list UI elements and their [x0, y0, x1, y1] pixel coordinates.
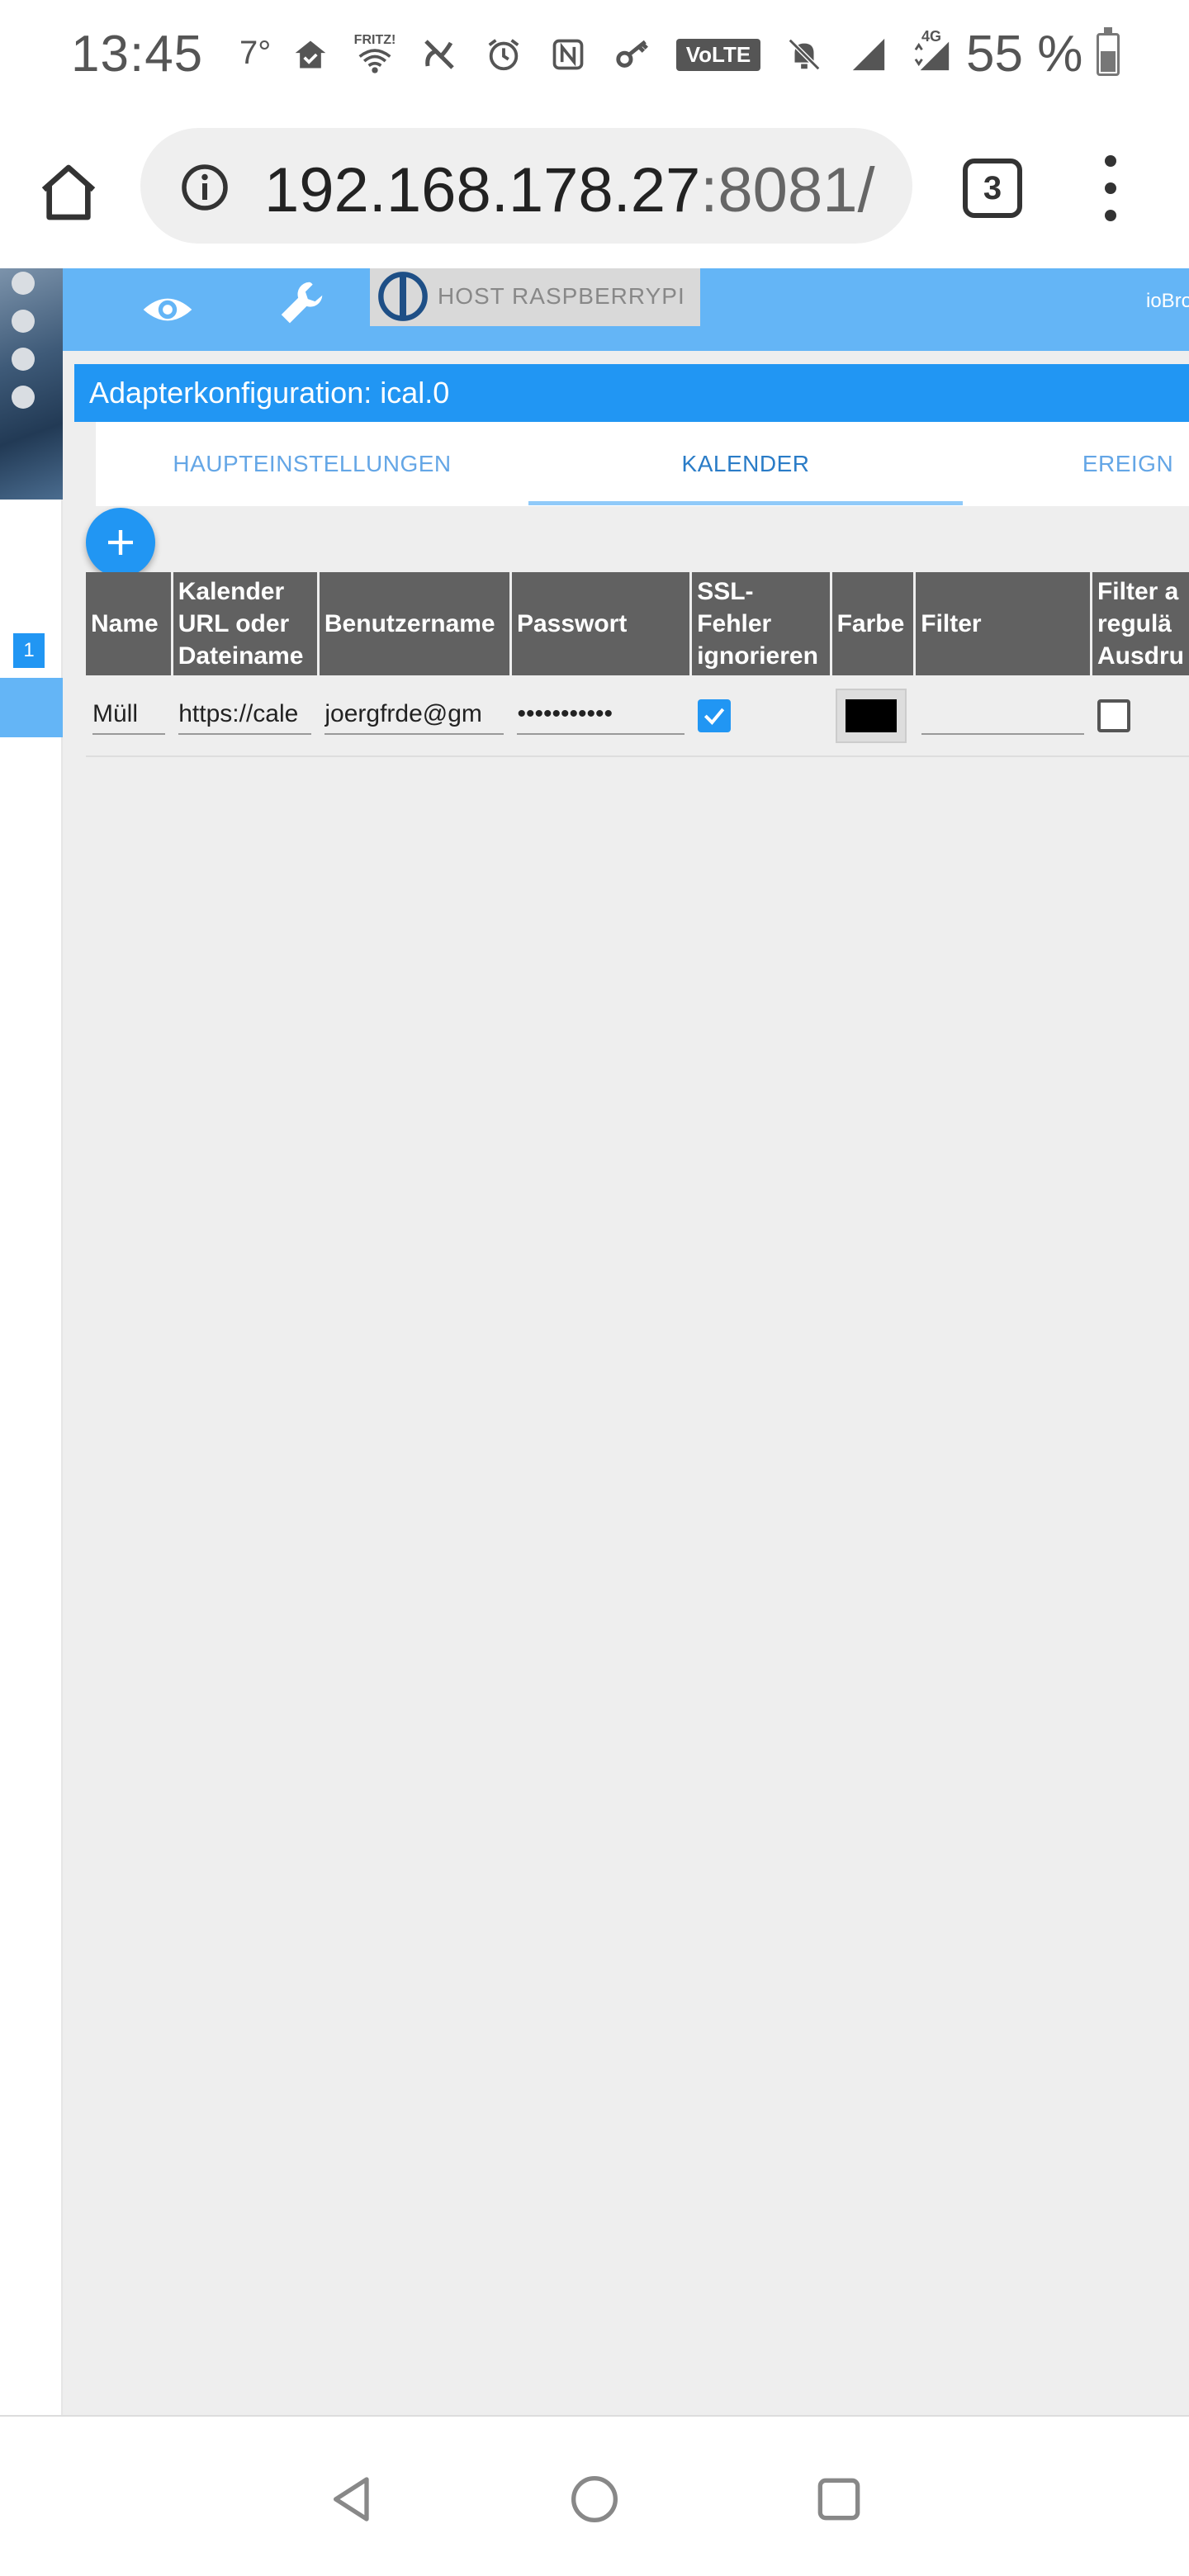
sidebar-dot[interactable]: [12, 272, 35, 295]
battery-fill: [1101, 50, 1116, 72]
sidebar-logo-area: [0, 268, 63, 500]
url-text[interactable]: 192.168.178.27:8081/: [264, 154, 875, 226]
url-host: 192.168.178.27: [264, 155, 701, 225]
column-header-url: Kalender URL oder Dateiname: [172, 572, 320, 675]
battery-icon: [1097, 27, 1120, 76]
volte-label: VoLTE: [675, 38, 761, 71]
home-network-icon: [289, 33, 332, 76]
battery-percent: 55 %: [966, 26, 1083, 83]
column-header-ssl: SSL- Fehler ignorieren: [690, 572, 832, 675]
iobroker-logo-icon: [378, 272, 428, 321]
status-time: 13:45: [71, 26, 204, 83]
check-icon: [703, 708, 724, 725]
network-label: 4G: [921, 28, 942, 45]
tab-events[interactable]: EREIGN: [963, 422, 1189, 506]
color-picker-button[interactable]: [836, 688, 907, 743]
cell-password: •••••••••••: [510, 675, 691, 757]
cell-username: joergfrde@gm: [318, 675, 511, 757]
signal-4g-icon: 4G: [912, 28, 955, 76]
alarm-icon: [482, 33, 525, 76]
filter-input[interactable]: [921, 697, 1085, 735]
system-nav-bar: [0, 2415, 1189, 2576]
table-row: Müll https://cale joergfrde@gm •••••••••…: [86, 675, 1189, 757]
mute-bell-icon: [783, 33, 826, 76]
sidebar-badge[interactable]: 1: [13, 633, 45, 668]
table-header-row: Name Kalender URL oder Dateiname Benutze…: [86, 572, 1189, 675]
signal-icon: [847, 33, 890, 76]
wifi-icon: FRITZ!: [353, 33, 396, 76]
filter-regex-checkbox[interactable]: [1097, 698, 1131, 732]
app-top-bar: HOST RASPBERRYPI ioBro: [63, 268, 1189, 351]
host-label: HOST RASPBERRYPI: [438, 283, 685, 309]
host-selector[interactable]: HOST RASPBERRYPI: [370, 268, 700, 326]
column-header-name: Name: [86, 572, 173, 675]
sidebar-dot[interactable]: [12, 310, 35, 333]
cell-ssl: [690, 675, 831, 757]
fritz-label: FRITZ!: [353, 33, 396, 47]
column-header-username: Benutzername: [318, 572, 512, 675]
column-header-ssl-line: SSL-: [697, 578, 754, 605]
home-icon: [41, 164, 96, 220]
ssl-ignore-checkbox[interactable]: [697, 698, 731, 732]
column-header-filter: Filter: [914, 572, 1092, 675]
sidebar-dot[interactable]: [12, 386, 35, 409]
column-header-ssl-line: ignorieren: [697, 642, 818, 670]
address-bar[interactable]: 192.168.178.27:8081/: [140, 128, 912, 244]
back-button[interactable]: [320, 2466, 386, 2532]
column-header-url-line: URL oder: [178, 610, 290, 637]
column-header-url-line: Dateiname: [178, 642, 304, 670]
recents-button[interactable]: [806, 2466, 872, 2532]
column-header-url-line: Kalender: [178, 578, 285, 605]
wrench-icon[interactable]: [274, 275, 332, 333]
column-header-filter-regex: Filter a regulä Ausdru: [1091, 572, 1189, 675]
web-page: 1 HOST RASPBERRYPI ioBro Adapterkonfigur…: [0, 268, 1189, 2415]
url-input[interactable]: https://cale: [178, 697, 312, 735]
tab-indicator: [528, 501, 963, 505]
adapter-config-title: Adapterkonfiguration: ical.0: [74, 364, 1189, 422]
column-header-color: Farbe: [831, 572, 917, 675]
status-bar: 13:45 7° FRITZ! VoLTE 4G 55 %: [0, 0, 1189, 107]
password-input[interactable]: •••••••••••: [517, 697, 685, 735]
home-nav-button[interactable]: [561, 2466, 628, 2532]
column-header-ssl-line: Fehler: [697, 610, 772, 637]
back-triangle-icon: [334, 2477, 369, 2522]
url-port: :8081/: [700, 155, 875, 225]
cell-name: Müll: [86, 675, 173, 757]
column-header-password: Passwort: [510, 572, 693, 675]
column-header-regex-line: Filter a: [1097, 578, 1179, 605]
tab-bar: HAUPTEINSTELLUNGEN KALENDER EREIGN: [96, 422, 1189, 506]
browser-menu-button[interactable]: [1090, 155, 1131, 221]
sidebar-dot[interactable]: [12, 348, 35, 371]
status-temperature: 7°: [239, 35, 272, 71]
recents-square-icon: [817, 2478, 860, 2521]
color-swatch: [846, 698, 898, 732]
app-name-label: ioBro: [1146, 290, 1189, 312]
cell-filter-regex: [1091, 675, 1189, 757]
key-icon: [611, 33, 654, 76]
volte-icon: VoLTE: [675, 33, 761, 76]
add-calendar-button[interactable]: [86, 508, 155, 577]
home-button[interactable]: [31, 155, 106, 230]
calendar-table: Name Kalender URL oder Dateiname Benutze…: [86, 572, 1189, 757]
browser-toolbar: 192.168.178.27:8081/ 3: [0, 107, 1189, 268]
tab-switcher-button[interactable]: 3: [963, 159, 1022, 218]
cell-url: https://cale: [172, 675, 319, 757]
status-icons: FRITZ! VoLTE 4G: [289, 28, 955, 79]
nfc-icon: [547, 33, 590, 76]
username-input[interactable]: joergfrde@gm: [324, 697, 504, 735]
home-circle-icon: [571, 2476, 618, 2522]
name-input[interactable]: Müll: [92, 697, 166, 735]
tab-main-settings[interactable]: HAUPTEINSTELLUNGEN: [96, 422, 528, 506]
missed-call-icon: [418, 33, 461, 76]
info-icon[interactable]: [180, 163, 230, 212]
column-header-regex-line: regulä: [1097, 610, 1172, 637]
sidebar-item-selected[interactable]: [0, 678, 63, 737]
cell-color: [831, 675, 915, 757]
cell-filter: [914, 675, 1092, 757]
eye-icon[interactable]: [141, 283, 194, 336]
tab-calendar[interactable]: KALENDER: [528, 422, 963, 506]
plus-icon: [108, 530, 133, 555]
sidebar-border: [61, 500, 63, 2415]
column-header-regex-line: Ausdru: [1097, 642, 1184, 670]
